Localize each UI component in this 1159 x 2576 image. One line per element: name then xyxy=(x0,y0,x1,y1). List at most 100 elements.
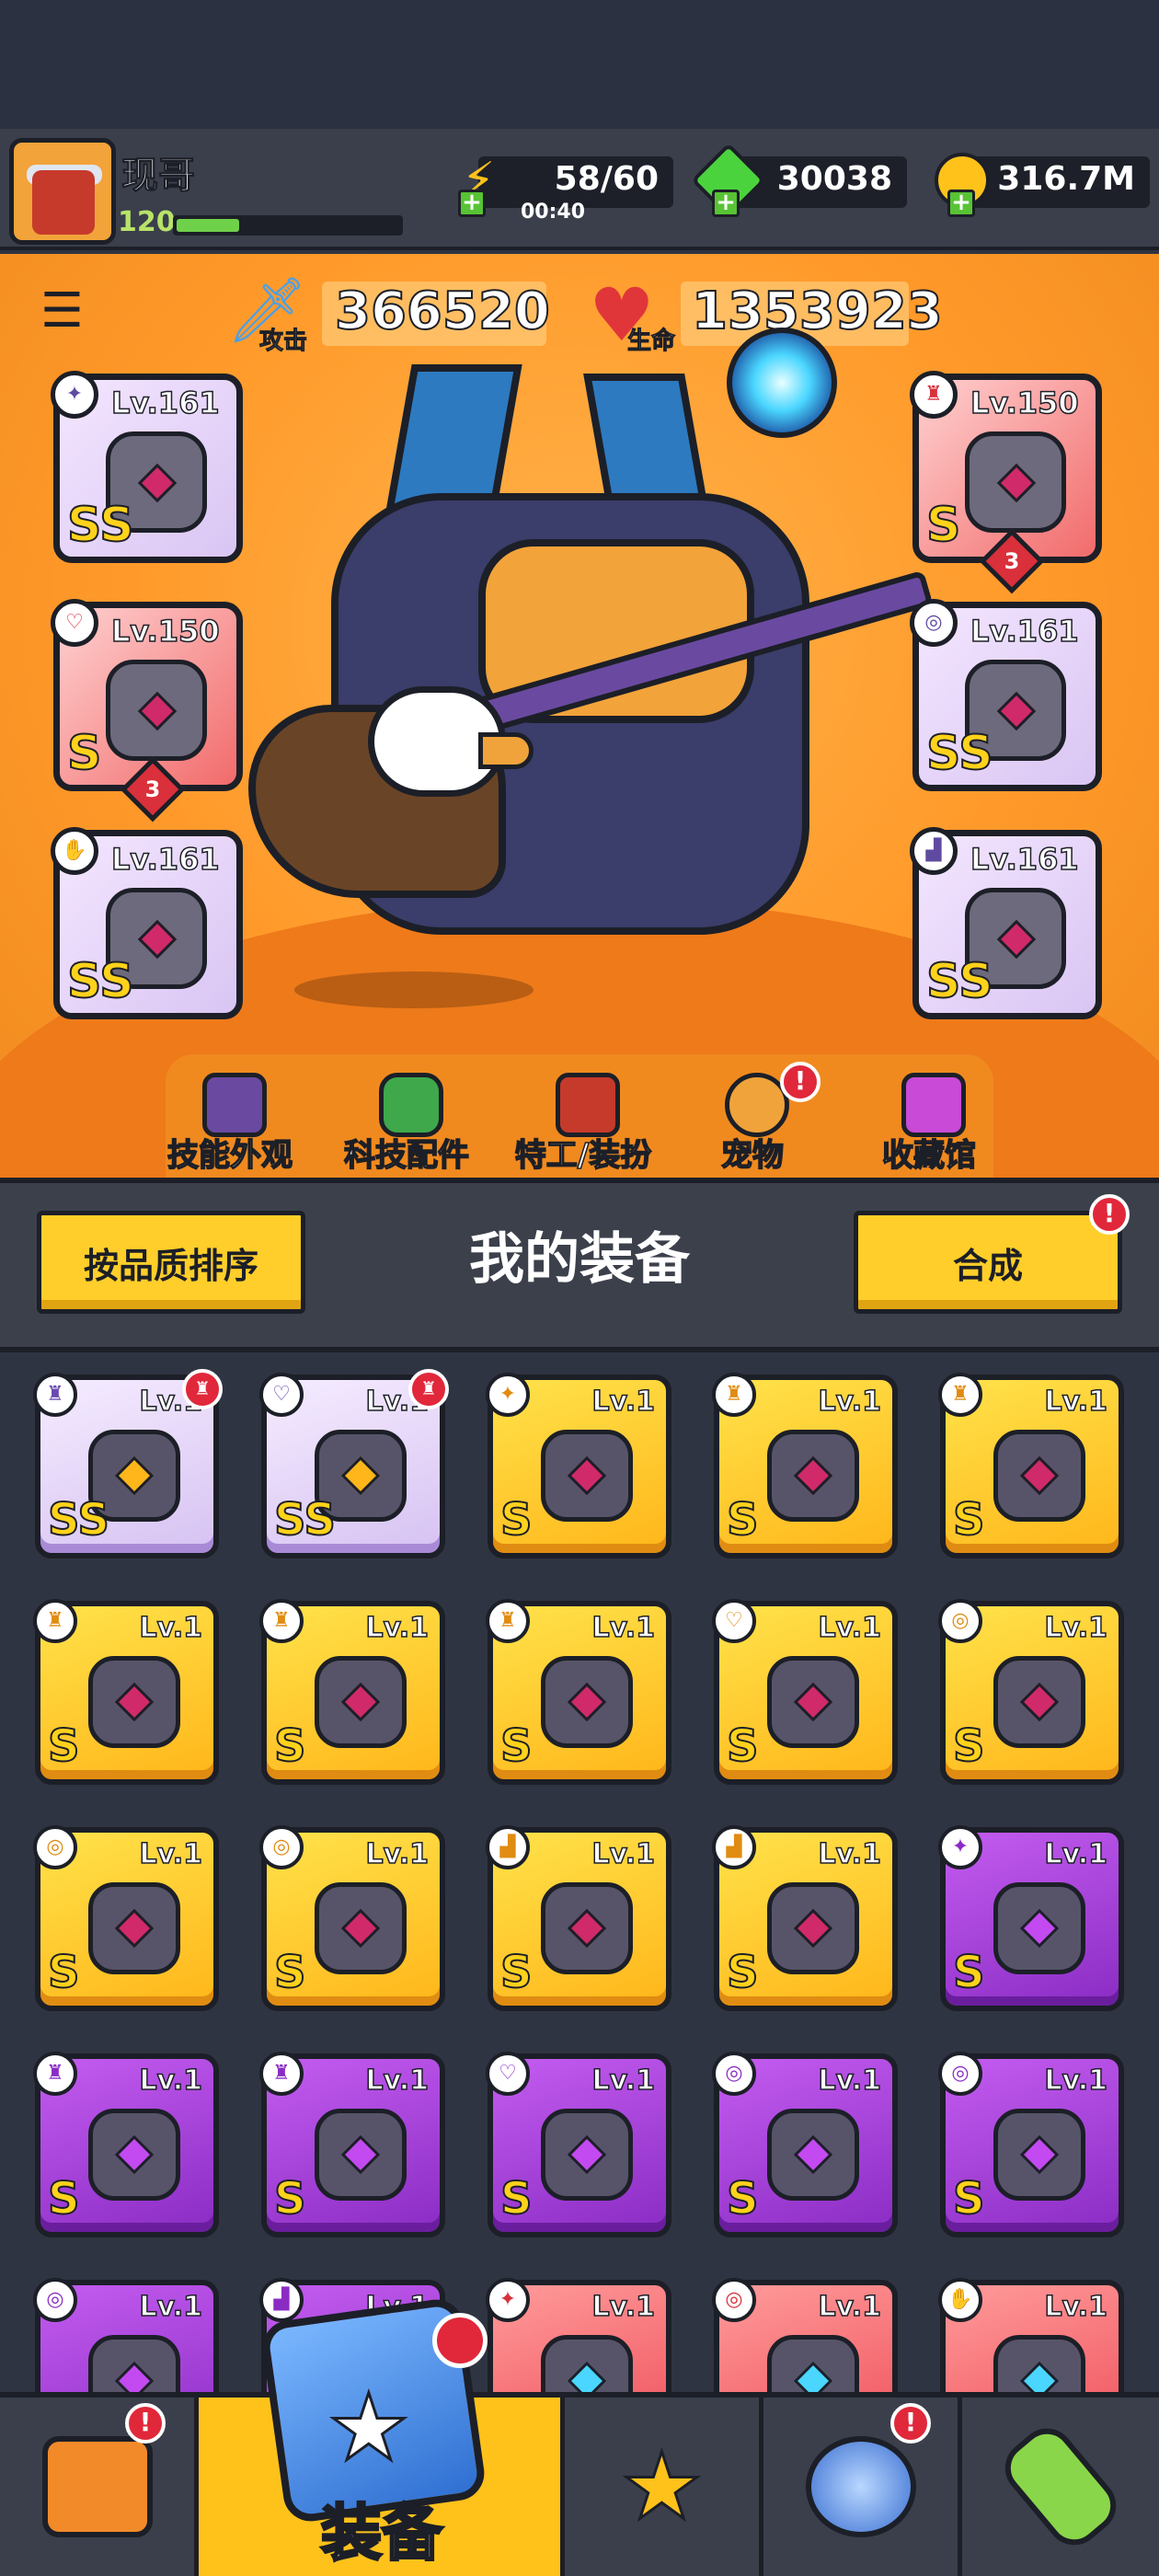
armor-icon xyxy=(993,1430,1085,1522)
star-rank-badge: 3 xyxy=(979,528,1045,594)
inventory-item[interactable]: ◎ Lv.1 S xyxy=(259,1825,445,2011)
item-grade: S xyxy=(499,1493,534,1547)
tab-shop[interactable]: ! xyxy=(0,2398,199,2576)
nav-label: 技能外观 xyxy=(166,1136,293,1175)
inventory-item[interactable]: ✦ Lv.1 xyxy=(486,2278,671,2401)
equip-slot-weapon[interactable]: ✦ Lv.161 SS xyxy=(51,371,243,563)
inventory-item[interactable]: ✦ Lv.1 S xyxy=(486,1373,671,1558)
item-grade: S xyxy=(47,2172,81,2225)
item-level: Lv.1 xyxy=(591,2290,656,2324)
staff-orb-icon xyxy=(727,328,837,438)
nav-skill-skin[interactable]: 技能外观 xyxy=(147,1073,313,1175)
equip-slot-boots[interactable]: ▟ Lv.161 SS xyxy=(910,827,1102,1019)
armor-icon: ♜ xyxy=(33,2052,77,2096)
slot-level: Lv.150 xyxy=(110,613,220,650)
item-level: Lv.1 xyxy=(139,1611,203,1645)
inventory-item[interactable]: ♜ Lv.1 S xyxy=(712,1373,898,1558)
belt-icon: ◎ xyxy=(33,1825,77,1869)
inventory-item[interactable]: ♡ Lv.1 S xyxy=(712,1599,898,1785)
inventory-item[interactable]: ♜ Lv.1 S xyxy=(938,1373,1124,1558)
inventory-item[interactable]: ◎ Lv.1 xyxy=(33,2278,219,2401)
item-level: Lv.1 xyxy=(818,2064,882,2098)
item-grade: S xyxy=(273,2172,307,2225)
nav-tech-parts[interactable]: 科技配件 xyxy=(324,1073,489,1175)
item-grade: S xyxy=(499,2172,534,2225)
item-level: Lv.1 xyxy=(591,1837,656,1871)
inventory-item[interactable]: ♡ Lv.1 SS ♜ xyxy=(259,1369,449,1558)
inventory-item[interactable]: ✋ Lv.1 xyxy=(938,2278,1124,2401)
inventory-item[interactable]: ▟ Lv.1 S xyxy=(486,1825,671,2011)
item-grade: S xyxy=(499,1946,534,1999)
inventory-item[interactable]: ◎ Lv.1 S xyxy=(938,2052,1124,2237)
necklace-icon xyxy=(767,1656,859,1748)
tab-battle[interactable]: ★ xyxy=(565,2398,763,2576)
slot-level: Lv.161 xyxy=(110,385,220,421)
item-grade: S xyxy=(726,1493,760,1547)
nav-pet[interactable]: 宠物 ! xyxy=(670,1062,835,1175)
inventory-grid: ♜ Lv.1 SS ♜ ♡ Lv.1 SS ♜ ✦ Lv.1 S ♜ Lv.1 S ♜ Lv.1 S ♜ Lv.1 S… xyxy=(0,1352,1159,2401)
add-gold-plus-icon[interactable]: + xyxy=(947,190,975,217)
slot-grade: SS xyxy=(66,497,135,554)
armor-icon: ♜ xyxy=(712,1373,756,1417)
equip-slot-belt[interactable]: ◎ Lv.161 SS xyxy=(910,599,1102,791)
inventory-item[interactable]: ♜ Lv.1 S xyxy=(33,1599,219,1785)
lightning-icon[interactable]: ⚡ + xyxy=(445,147,511,217)
planet-icon xyxy=(805,2436,916,2537)
inventory-item[interactable]: ◎ Lv.1 S xyxy=(712,2052,898,2237)
status-bar: 现哥 120 58/60 00:40 ⚡ + 30038 + 316.7M + xyxy=(0,129,1159,250)
avatar-face xyxy=(32,170,95,235)
inventory-item[interactable]: ▟ Lv.1 S xyxy=(712,1825,898,2011)
belt-icon: ◎ xyxy=(938,2052,982,2096)
tab-lab[interactable] xyxy=(962,2398,1159,2576)
boots-icon xyxy=(541,1882,633,1974)
equipment-new-badge xyxy=(432,2313,488,2368)
wand-icon: ✦ xyxy=(486,1373,530,1417)
inventory-item[interactable]: ♜ Lv.1 S xyxy=(259,1599,445,1785)
equip-slot-necklace[interactable]: ♡ Lv.150 S 3 xyxy=(51,599,243,822)
belt-icon xyxy=(993,1656,1085,1748)
slot-grade: S xyxy=(66,725,102,782)
add-energy-plus-icon[interactable]: + xyxy=(458,190,486,217)
wand-icon: ✦ xyxy=(51,371,98,419)
add-gem-plus-icon[interactable]: + xyxy=(712,190,740,217)
inventory-item[interactable]: ♜ Lv.1 S xyxy=(259,2052,445,2237)
armor-icon: ♜ xyxy=(33,1373,77,1417)
belt-icon xyxy=(767,2109,859,2201)
inventory-item[interactable]: ♜ Lv.1 S xyxy=(486,1599,671,1785)
item-grade: SS xyxy=(273,1493,337,1547)
tab-explore[interactable]: ! xyxy=(763,2398,962,2576)
inventory-item[interactable]: ◎ Lv.1 S xyxy=(33,1825,219,2011)
inventory-item[interactable]: ♜ Lv.1 SS ♜ xyxy=(33,1369,223,1558)
item-level: Lv.1 xyxy=(139,2064,203,2098)
star-rank-value: 3 xyxy=(1004,548,1020,574)
necklace-icon xyxy=(541,2109,633,2201)
inventory-item[interactable]: ◎ Lv.1 xyxy=(712,2278,898,2401)
item-level: Lv.1 xyxy=(818,1385,882,1419)
item-grade: S xyxy=(47,1719,81,1773)
nav-label: 收藏馆 xyxy=(881,1136,977,1175)
equip-slot-gloves[interactable]: ✋ Lv.161 SS xyxy=(51,827,243,1019)
player-avatar[interactable] xyxy=(9,138,116,245)
slot-grade: S xyxy=(925,497,961,554)
inventory-item[interactable]: ✦ Lv.1 S xyxy=(938,1825,1124,2011)
gem-icon[interactable]: + xyxy=(690,142,767,219)
armor-icon xyxy=(88,1656,180,1748)
gold-value: 316.7M xyxy=(997,160,1135,198)
inventory-item[interactable]: ♜ Lv.1 S xyxy=(33,2052,219,2237)
energy-timer: 00:40 xyxy=(521,201,586,224)
item-grade: S xyxy=(273,1719,307,1773)
inventory-item[interactable]: ♡ Lv.1 S xyxy=(486,2052,671,2237)
nav-agent-outfit[interactable]: 特工/装扮 xyxy=(500,1073,666,1175)
nav-collection[interactable]: 收藏馆 xyxy=(846,1073,1012,1175)
item-level: Lv.1 xyxy=(1044,1837,1108,1871)
boots-icon: ▟ xyxy=(259,2278,304,2322)
inventory-item[interactable]: ◎ Lv.1 S xyxy=(938,1599,1124,1785)
equip-slot-armor[interactable]: ♜ Lv.150 S 3 xyxy=(910,371,1102,594)
item-level: Lv.1 xyxy=(365,1611,430,1645)
sort-by-quality-button[interactable]: 按品质排序 xyxy=(37,1211,305,1314)
item-grade: SS xyxy=(47,1493,110,1547)
gold-coin-icon[interactable]: + xyxy=(929,147,995,217)
wand-icon: ✦ xyxy=(938,1825,982,1869)
menu-list-icon[interactable]: ☰ xyxy=(40,287,92,339)
merge-button[interactable]: 合成 xyxy=(854,1211,1122,1314)
